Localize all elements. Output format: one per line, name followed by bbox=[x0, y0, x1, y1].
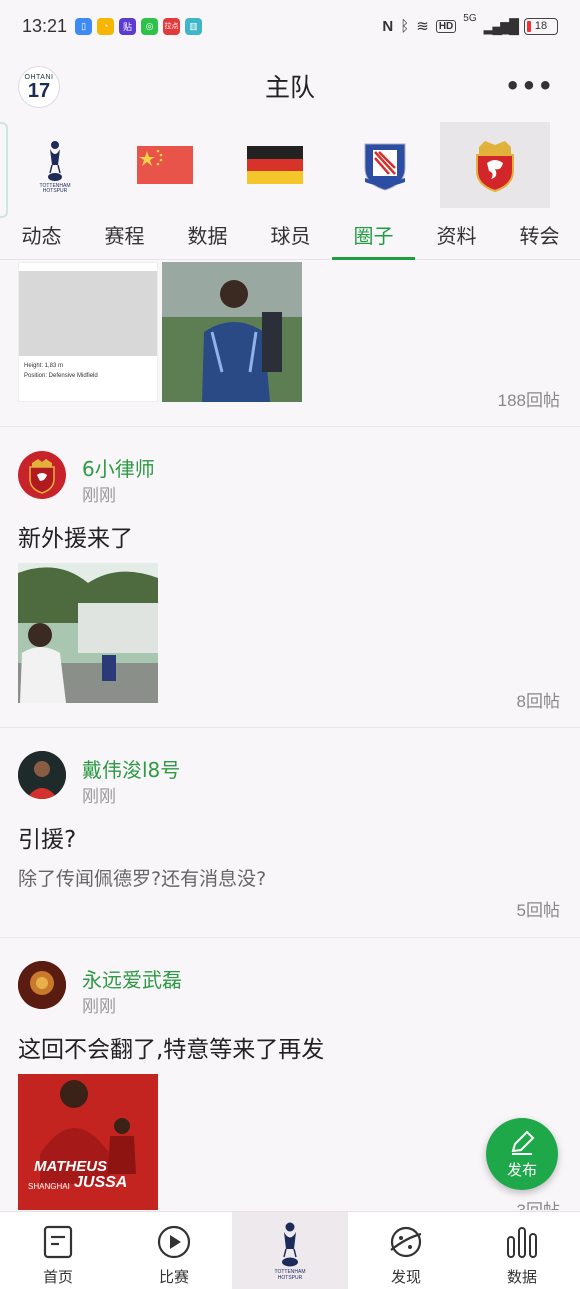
germany-flag-icon bbox=[247, 146, 303, 184]
home-doc-icon bbox=[43, 1225, 73, 1259]
post-image-player[interactable] bbox=[162, 262, 302, 402]
post-title[interactable]: 引援? bbox=[18, 820, 76, 854]
post-feed[interactable]: Height: 1,83 m Position: Defensive Midfi… bbox=[0, 262, 580, 1210]
bluetooth-icon: ᛒ bbox=[400, 17, 410, 35]
page-title: 主队 bbox=[264, 73, 315, 102]
spurs-crest-icon: TOTTENHAM HOTSPUR bbox=[274, 1222, 306, 1281]
play-circle-icon bbox=[157, 1225, 191, 1259]
red-app-icon: 拉点 bbox=[163, 17, 181, 35]
bottom-navigation: 首页 比赛 TOTTENHAM HOTSPUR 发现 数据 bbox=[0, 1211, 580, 1289]
user-avatar[interactable] bbox=[18, 751, 66, 799]
weibo-icon: ◔ bbox=[97, 17, 115, 35]
post-image[interactable] bbox=[18, 563, 158, 703]
tab-schedule[interactable]: 赛程 bbox=[83, 208, 166, 259]
reply-count: 188回帖 bbox=[497, 391, 560, 410]
post-time: 刚刚 bbox=[82, 997, 116, 1017]
nav-data[interactable]: 数据 bbox=[464, 1212, 580, 1289]
post-item[interactable]: 戴伟浚l8号 刚刚 引援? 除了传闻佩德罗?还有消息没? 5回帖 bbox=[0, 728, 580, 938]
phone-app-icon: ▯ bbox=[75, 17, 93, 35]
user-name[interactable]: 戴伟浚l8号 bbox=[82, 754, 180, 783]
nav-matches-label: 比赛 bbox=[158, 1268, 189, 1286]
shenhua-crest-icon bbox=[364, 143, 406, 191]
tab-community[interactable]: 圈子 bbox=[332, 208, 415, 260]
nav-discover-label: 发现 bbox=[390, 1268, 421, 1286]
post-body[interactable]: 除了传闻佩德罗?还有消息没? bbox=[18, 864, 266, 891]
team-germany[interactable] bbox=[220, 122, 330, 208]
wechat-icon: ◎ bbox=[141, 17, 159, 35]
hd-badge: HD bbox=[435, 19, 457, 33]
bars-icon bbox=[507, 1227, 537, 1258]
post-item[interactable]: Height: 1,83 m Position: Defensive Midfi… bbox=[0, 262, 580, 427]
wifi-icon: ≋ bbox=[416, 18, 429, 35]
spurs-crest-icon: TOTTENHAM HOTSPUR bbox=[39, 141, 71, 193]
user-avatar[interactable] bbox=[18, 451, 66, 499]
tab-news[interactable]: 动态 bbox=[0, 208, 83, 259]
tab-players[interactable]: 球员 bbox=[249, 208, 332, 259]
team-china[interactable] bbox=[110, 122, 220, 208]
post-image-poster[interactable]: MATHEUS SHANGHAI JUSSA bbox=[18, 1074, 158, 1210]
team-shanghai-shenhua[interactable] bbox=[330, 122, 440, 208]
card-text-position: Position: Defensive Midfield bbox=[24, 373, 98, 379]
publish-button[interactable]: 发布 bbox=[486, 1118, 558, 1190]
app-header: OHTANI 17 主队 ••• bbox=[0, 58, 580, 118]
team-selector: TOTTENHAM HOTSPUR bbox=[0, 122, 580, 218]
post-time: 刚刚 bbox=[82, 787, 116, 807]
nav-home[interactable]: 首页 bbox=[0, 1212, 116, 1289]
planet-icon bbox=[390, 1226, 422, 1258]
status-bar: 13:21 ▯ ◔ 贴 ◎ 拉点 ▥ N ᛒ ≋ HD 5G ▂▄▆█ 18 bbox=[0, 0, 580, 52]
user-name[interactable]: 永远爱武磊 bbox=[82, 964, 182, 993]
publish-label: 发布 bbox=[506, 1160, 537, 1179]
post-image-card[interactable]: Height: 1,83 m Position: Defensive Midfi… bbox=[18, 262, 158, 402]
tab-transfers[interactable]: 转会 bbox=[498, 208, 580, 259]
nav-team-home[interactable]: TOTTENHAM HOTSPUR bbox=[232, 1212, 348, 1289]
reply-count: 5回帖 bbox=[516, 901, 560, 920]
battery-icon: 18 bbox=[524, 17, 558, 35]
status-time: 13:21 bbox=[22, 15, 68, 36]
reply-count: 8回帖 bbox=[516, 692, 560, 711]
nav-matches[interactable]: 比赛 bbox=[116, 1212, 232, 1289]
signal-icon: ▂▄▆█ bbox=[483, 17, 519, 34]
tieba-icon: 贴 bbox=[119, 17, 137, 35]
status-app-icons: ▯ ◔ 贴 ◎ 拉点 ▥ bbox=[75, 17, 203, 35]
battery-level: 18 bbox=[534, 20, 548, 32]
post-title[interactable]: 新外援来了 bbox=[18, 519, 133, 553]
nfc-icon: N bbox=[382, 17, 394, 35]
trash-app-icon: ▥ bbox=[185, 17, 203, 35]
category-tabs: 动态 赛程 数据 球员 圈子 资料 转会 bbox=[0, 208, 580, 260]
shanghai-port-crest-icon bbox=[476, 141, 514, 193]
card-text-height: Height: 1,83 m bbox=[24, 363, 64, 369]
user-avatar[interactable] bbox=[18, 961, 66, 1009]
network-label: 5G bbox=[463, 13, 477, 24]
nav-discover[interactable]: 发现 bbox=[348, 1212, 464, 1289]
tab-stats[interactable]: 数据 bbox=[166, 208, 249, 259]
poster-name-first: MATHEUS bbox=[34, 1158, 108, 1175]
poster-name-last: JUSSA bbox=[74, 1174, 128, 1191]
reply-count: 3回帖 bbox=[517, 1196, 560, 1210]
china-flag-icon bbox=[137, 146, 193, 184]
post-time: 刚刚 bbox=[82, 486, 116, 506]
post-title[interactable]: 这回不会翻了,特意等来了再发 bbox=[18, 1030, 324, 1064]
nav-data-label: 数据 bbox=[506, 1268, 537, 1286]
nav-home-label: 首页 bbox=[42, 1268, 73, 1286]
post-item[interactable]: 6小律师 刚刚 新外援来了 8回帖 bbox=[0, 427, 580, 728]
scroll-edge-indicator bbox=[0, 122, 8, 218]
user-name[interactable]: 6小律师 bbox=[82, 453, 155, 482]
team-tottenham[interactable]: TOTTENHAM HOTSPUR bbox=[0, 122, 110, 208]
poster-city: SHANGHAI bbox=[28, 1182, 70, 1191]
svg-text:HOTSPUR: HOTSPUR bbox=[43, 188, 68, 193]
svg-text:HOTSPUR: HOTSPUR bbox=[278, 1275, 303, 1281]
more-dots-icon[interactable]: ••• bbox=[505, 72, 554, 100]
tab-info[interactable]: 资料 bbox=[415, 208, 498, 259]
team-shanghai-port[interactable] bbox=[440, 122, 550, 208]
pencil-icon bbox=[511, 1130, 535, 1155]
